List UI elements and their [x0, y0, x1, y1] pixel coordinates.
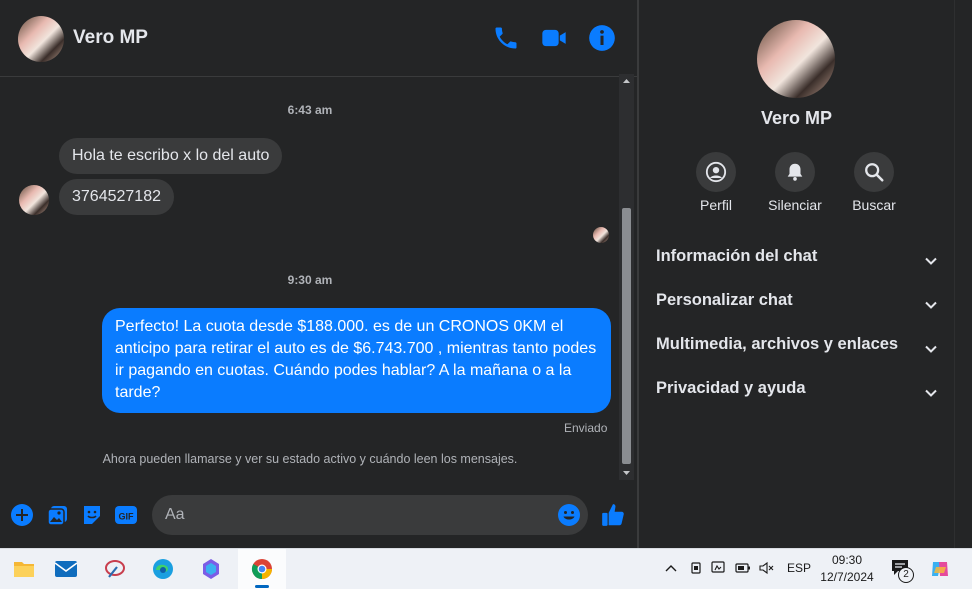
video-camera-icon[interactable]: [540, 24, 568, 52]
timestamp: 6:43 am: [287, 103, 333, 117]
mute-button[interactable]: Silenciar: [755, 152, 835, 213]
incoming-message[interactable]: Hola te escribo x lo del auto: [59, 138, 283, 174]
chevron-down-icon: [925, 345, 937, 353]
section-chat-info[interactable]: Información del chat: [656, 247, 939, 277]
system-clock[interactable]: 09:30 12/7/2024: [812, 552, 882, 586]
section-media-files-links[interactable]: Multimedia, archivos y enlaces: [656, 335, 939, 365]
edge-icon: [153, 559, 173, 579]
section-label: Privacidad y ayuda: [656, 379, 806, 397]
contact-name[interactable]: Vero MP: [73, 27, 148, 49]
volume-muted-icon[interactable]: [758, 560, 774, 576]
scroll-up-arrow-icon[interactable]: [619, 74, 634, 88]
chat-scrollbar[interactable]: [619, 74, 634, 480]
copilot-icon: [203, 559, 219, 579]
paint-icon: [105, 560, 125, 578]
search-label: Buscar: [852, 197, 896, 213]
sticker-icon[interactable]: [80, 503, 104, 527]
svg-text:GIF: GIF: [119, 512, 135, 522]
scroll-down-arrow-icon[interactable]: [619, 466, 634, 480]
copilot-button[interactable]: [187, 549, 235, 589]
network-icon[interactable]: [711, 560, 727, 576]
search-icon: [865, 163, 884, 182]
file-explorer-button[interactable]: [0, 549, 48, 589]
clock-date: 12/7/2024: [820, 570, 874, 584]
section-customize-chat[interactable]: Personalizar chat: [656, 291, 939, 321]
bell-icon: [787, 163, 803, 181]
mute-label: Silenciar: [768, 197, 822, 213]
timestamp: 9:30 am: [287, 273, 333, 287]
file-explorer-icon: [14, 562, 34, 577]
page-scrollbar[interactable]: [954, 0, 972, 548]
sender-avatar: [19, 185, 49, 215]
thumbs-up-icon[interactable]: [600, 502, 626, 528]
message-composer: GIF: [0, 486, 637, 546]
phone-icon[interactable]: [492, 24, 520, 52]
outgoing-message[interactable]: Perfecto! La cuota desde $188.000. es de…: [102, 308, 611, 413]
profile-button[interactable]: Perfil: [676, 152, 756, 213]
plus-icon[interactable]: [10, 503, 34, 527]
mail-icon: [54, 561, 78, 577]
copilot-preview-icon[interactable]: [929, 558, 951, 580]
profile-label: Perfil: [700, 197, 732, 213]
scroll-thumb[interactable]: [622, 208, 631, 464]
paint-button[interactable]: [91, 549, 139, 589]
chat-header: Vero MP: [0, 0, 637, 77]
info-icon[interactable]: [588, 24, 616, 52]
gif-icon[interactable]: GIF: [114, 503, 138, 527]
contact-avatar[interactable]: [18, 16, 64, 62]
section-label: Información del chat: [656, 247, 818, 265]
section-label: Personalizar chat: [656, 291, 793, 309]
chevron-down-icon: [925, 257, 937, 265]
notification-center-button[interactable]: 2: [890, 558, 914, 583]
notification-count-badge: 2: [898, 567, 914, 583]
chevron-down-icon: [925, 389, 937, 397]
windows-taskbar: ESP 09:30 12/7/2024 2: [0, 548, 972, 589]
chrome-icon: [251, 559, 272, 580]
clock-time: 09:30: [831, 553, 863, 567]
system-note: Ahora pueden llamarse y ver su estado ac…: [102, 452, 518, 466]
section-label: Multimedia, archivos y enlaces: [656, 335, 899, 353]
read-receipt-avatar: [593, 227, 609, 243]
panel-contact-name: Vero MP: [760, 108, 833, 128]
language-indicator[interactable]: ESP: [787, 561, 811, 575]
message-input[interactable]: [152, 495, 588, 535]
usb-device-icon[interactable]: [688, 560, 704, 576]
sent-status: Enviado: [564, 421, 608, 435]
profile-icon: [705, 161, 727, 183]
incoming-message[interactable]: 3764527182: [59, 179, 174, 215]
panel-avatar[interactable]: [757, 20, 835, 98]
mail-button[interactable]: [42, 549, 90, 589]
edge-button[interactable]: [139, 549, 187, 589]
section-privacy-help[interactable]: Privacidad y ayuda: [656, 379, 939, 409]
search-button[interactable]: Buscar: [834, 152, 914, 213]
chrome-button[interactable]: [238, 549, 286, 589]
chevron-down-icon: [925, 301, 937, 309]
emoji-icon[interactable]: [557, 503, 581, 527]
chat-info-panel: Vero MP Perfil Silenciar Buscar Informac…: [639, 0, 954, 548]
battery-icon[interactable]: [735, 560, 751, 576]
chevron-up-icon[interactable]: [664, 562, 678, 576]
image-icon[interactable]: [46, 503, 70, 527]
chat-window: Vero MP 6:43 am Hola te escribo x lo del…: [0, 0, 637, 548]
